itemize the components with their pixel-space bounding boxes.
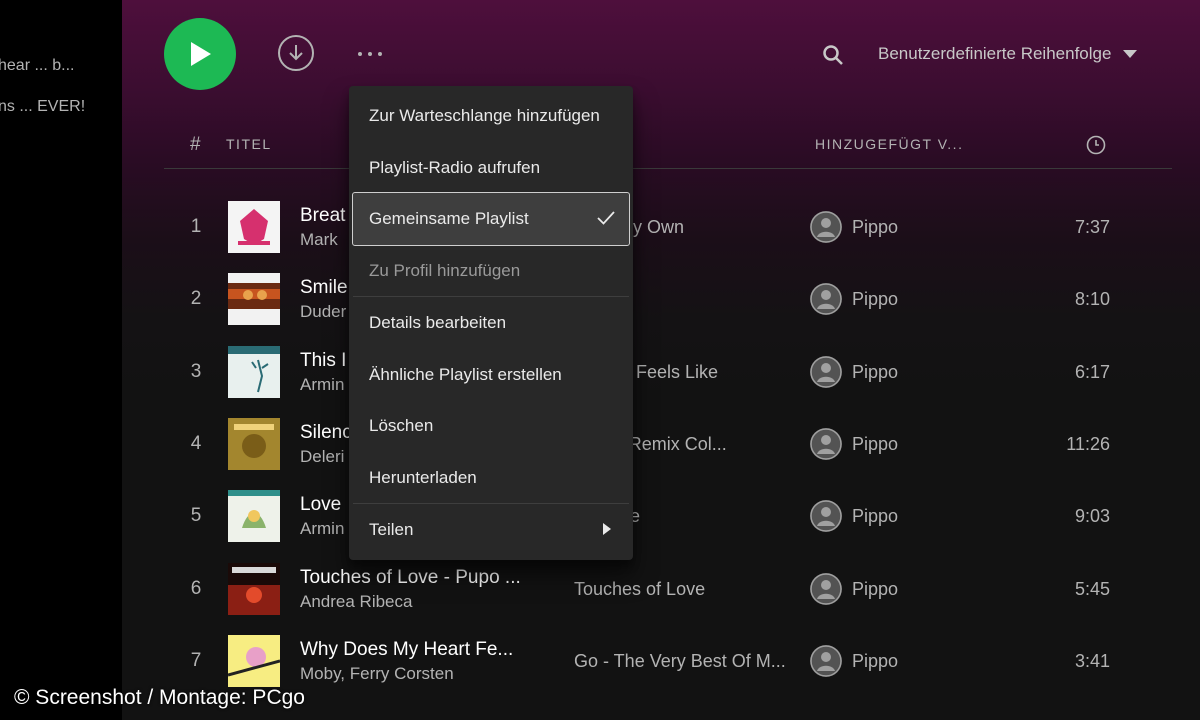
user-avatar-icon[interactable] [810, 500, 842, 533]
track-number: 4 [190, 432, 202, 454]
menu-item-label: Gemeinsame Playlist [369, 209, 529, 228]
track-duration: 3:41 [1074, 650, 1110, 671]
table-row[interactable]: 2 Smile Duder Pippo 8:10 [164, 263, 1172, 335]
table-row[interactable]: 1BreatMarke On My OwnPippo7:37 [164, 191, 1172, 263]
sidebar: hear ... b... ns ... EVER! [0, 0, 122, 720]
sort-dropdown[interactable]: Benutzerdefinierte Reihenfolge [878, 44, 1138, 64]
track-added-by[interactable]: Pippo [852, 480, 898, 552]
track-artist[interactable]: Moby, Ferry Corsten [300, 664, 550, 684]
sort-label: Benutzerdefinierte Reihenfolge [878, 44, 1112, 63]
track-artist[interactable]: Andrea Ribeca [300, 592, 550, 612]
menu-item-download[interactable]: Herunterladen [349, 452, 633, 504]
check-icon [597, 211, 615, 225]
download-button[interactable] [278, 35, 314, 71]
user-avatar-icon[interactable] [810, 427, 842, 460]
table-row[interactable]: 5LoveArminou MorePippo9:03 [164, 480, 1172, 552]
track-duration: 8:10 [1074, 289, 1110, 310]
track-album[interactable]: Go - The Very Best Of M... [574, 625, 790, 697]
table-row[interactable]: 4 Silenc Deleri y: The Remix Col... Pippo 11:… [164, 408, 1172, 480]
track-added-by[interactable]: Pippo [852, 625, 898, 697]
menu-item-create-similar[interactable]: Ähnliche Playlist erstellen [349, 349, 633, 401]
track-added-by[interactable]: Pippo [852, 191, 898, 263]
chevron-right-icon [603, 523, 611, 535]
menu-item-collaborative-playlist[interactable]: Gemeinsame Playlist [352, 192, 630, 246]
table-row[interactable]: 6 Touches of Love - Pupo ... Andrea Ribeca… [164, 553, 1172, 625]
caret-down-icon [1123, 50, 1138, 58]
album-cover [228, 490, 280, 543]
menu-item-delete[interactable]: Löschen [349, 400, 633, 452]
track-number: 2 [190, 288, 202, 310]
sidebar-playlist-item[interactable]: ns ... EVER! [0, 98, 85, 116]
header-number: # [190, 134, 201, 155]
track-number: 6 [190, 577, 202, 599]
track-added-by[interactable]: Pippo [852, 408, 898, 480]
user-avatar-icon[interactable] [810, 283, 842, 316]
more-icon-dot [378, 52, 382, 56]
playlist-main: Benutzerdefinierte Reihenfolge # TITEL H… [122, 0, 1200, 720]
watermark: © Screenshot / Montage: PCgo [14, 686, 305, 709]
track-title[interactable]: Touches of Love - Pupo ... [300, 567, 550, 589]
track-title[interactable]: Why Does My Heart Fe... [300, 639, 550, 661]
menu-item-add-to-profile[interactable]: Zu Profil hinzufügen [349, 245, 633, 297]
track-added-by[interactable]: Pippo [852, 263, 898, 335]
track-number: 5 [190, 505, 202, 527]
track-duration: 11:26 [1066, 433, 1110, 454]
track-duration: 7:37 [1074, 217, 1110, 237]
table-row[interactable]: 3 This I Armin What It Feels Like Pippo 6:17 [164, 336, 1172, 408]
play-button[interactable] [164, 18, 236, 90]
track-number: 1 [190, 216, 202, 237]
search-icon [823, 45, 843, 65]
track-added-by[interactable]: Pippo [852, 553, 898, 625]
album-cover [228, 634, 280, 687]
play-icon [191, 42, 211, 66]
album-cover [228, 273, 280, 326]
user-avatar-icon[interactable] [810, 211, 842, 243]
sidebar-playlist-item[interactable]: hear ... b... [0, 57, 74, 75]
track-duration: 6:17 [1074, 361, 1110, 382]
track-album[interactable]: Touches of Love [574, 553, 790, 625]
menu-item-label: Teilen [369, 520, 414, 539]
track-added-by[interactable]: Pippo [852, 336, 898, 408]
more-icon-dot [368, 52, 372, 56]
album-cover [228, 345, 280, 398]
menu-item-edit-details[interactable]: Details bearbeiten [349, 297, 633, 349]
more-options-button[interactable] [350, 40, 390, 68]
user-avatar-icon[interactable] [810, 355, 842, 388]
menu-item-playlist-radio[interactable]: Playlist-Radio aufrufen [349, 142, 633, 194]
more-icon [358, 52, 362, 56]
track-number: 3 [190, 360, 202, 382]
download-icon [289, 45, 303, 61]
table-header: # TITEL HINZUGEFÜGT V... [164, 130, 1172, 169]
track-duration: 5:45 [1074, 578, 1110, 599]
table-row[interactable]: 7 Why Does My Heart Fe... Moby, Ferry Cors… [164, 625, 1172, 697]
menu-item-share[interactable]: Teilen [349, 504, 633, 556]
track-duration: 9:03 [1074, 506, 1110, 527]
header-title[interactable]: TITEL [226, 136, 272, 152]
user-avatar-icon[interactable] [810, 644, 842, 677]
album-cover [228, 201, 280, 253]
album-cover [228, 417, 280, 470]
menu-item-add-to-queue[interactable]: Zur Warteschlange hinzufügen [349, 90, 633, 142]
clock-icon[interactable] [1086, 135, 1106, 155]
user-avatar-icon[interactable] [810, 572, 842, 605]
search-button[interactable] [822, 44, 844, 66]
album-cover [228, 562, 280, 615]
header-added-by[interactable]: HINZUGEFÜGT V... [815, 136, 963, 152]
context-menu: Zur Warteschlange hinzufügen Playlist-Ra… [349, 86, 633, 560]
